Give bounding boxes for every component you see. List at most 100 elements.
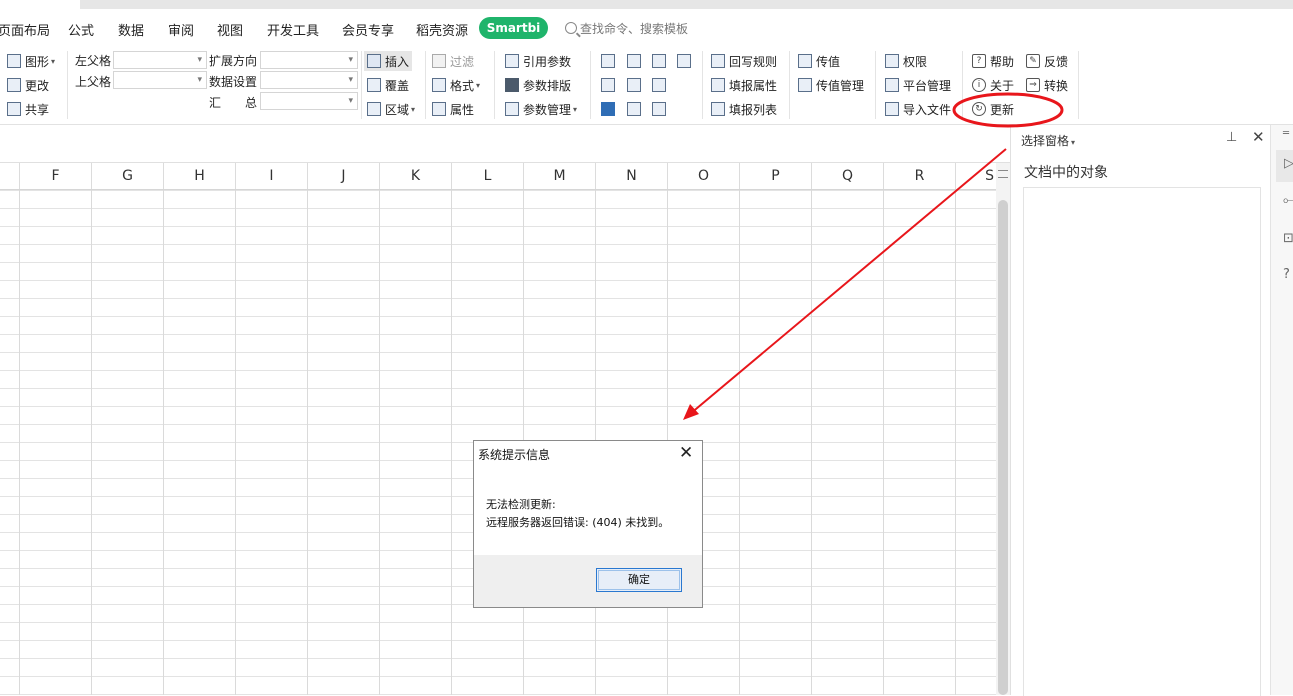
column-header[interactable]: F	[20, 163, 92, 189]
dialog-title: 系统提示信息	[478, 448, 551, 462]
column-header[interactable]: M	[524, 163, 596, 189]
left-parent-select[interactable]	[113, 51, 207, 69]
tree-control-icon[interactable]	[627, 78, 641, 92]
close-icon[interactable]: ✕	[1252, 128, 1265, 146]
share-button[interactable]: 共享	[7, 99, 49, 119]
divider	[361, 51, 362, 119]
top-parent-label: 上父格	[75, 75, 112, 89]
param-ref-icon	[505, 54, 519, 68]
layout-icon[interactable]: ⊡	[1283, 231, 1293, 246]
grid-control-icon[interactable]	[601, 78, 615, 92]
cover-button[interactable]: 覆盖	[367, 75, 409, 95]
scroll-split-handle[interactable]	[998, 170, 1008, 178]
permission-button[interactable]: 权限	[885, 51, 927, 71]
ok-button[interactable]: 确定	[596, 568, 682, 592]
tab-view[interactable]: 视图	[217, 20, 243, 39]
formula-bar[interactable]	[0, 125, 1010, 163]
fill-property-button[interactable]: 填报属性	[711, 75, 777, 95]
help-circle-icon[interactable]: ?	[1283, 267, 1290, 282]
import-file-button[interactable]: 导入文件	[885, 99, 951, 119]
filter-icon	[432, 54, 446, 68]
summary-select[interactable]	[260, 92, 358, 110]
tab-member[interactable]: 会员专享	[342, 20, 394, 39]
connector-icon[interactable]: ⟜	[1283, 193, 1293, 208]
frame-control-icon[interactable]	[652, 54, 666, 68]
column-header[interactable]: J	[308, 163, 380, 189]
textbox-control-icon[interactable]	[601, 54, 615, 68]
selection-pane-title[interactable]: 选择窗格 ▾	[1021, 132, 1075, 149]
pass-value-button[interactable]: 传值	[798, 51, 840, 71]
fill-property-icon	[711, 78, 725, 92]
divider	[962, 51, 963, 119]
tab-docer[interactable]: 稻壳资源	[416, 20, 468, 39]
column-header[interactable]: Q	[812, 163, 884, 189]
param-manage-button[interactable]: 参数管理 ▾	[505, 99, 577, 119]
tab-smartbi[interactable]: Smartbi	[479, 17, 548, 39]
tab-data[interactable]: 数据	[118, 20, 144, 39]
link-control-icon[interactable]	[627, 102, 641, 116]
list-control-icon[interactable]	[677, 54, 691, 68]
objects-in-document-label: 文档中的对象	[1024, 165, 1108, 181]
menu-lines-icon[interactable]: ═	[1283, 128, 1289, 139]
command-search[interactable]: 查找命令、搜索模板	[565, 20, 688, 37]
pin-icon[interactable]: ⊥	[1226, 130, 1237, 145]
checkbox-control-icon[interactable]	[601, 102, 615, 116]
edit-icon	[7, 78, 21, 92]
divider	[67, 51, 68, 119]
column-header[interactable]: K	[380, 163, 452, 189]
ref-param-button[interactable]: 引用参数	[505, 51, 571, 71]
cover-icon	[367, 78, 381, 92]
column-header[interactable]: O	[668, 163, 740, 189]
column-header[interactable]: H	[164, 163, 236, 189]
expand-direction-select[interactable]	[260, 51, 358, 69]
param-layout-button[interactable]: 参数排版	[505, 75, 571, 95]
tab-review[interactable]: 审阅	[168, 20, 194, 39]
chevron-down-icon: ▾	[51, 56, 56, 66]
objects-list[interactable]	[1023, 187, 1261, 696]
search-placeholder: 查找命令、搜索模板	[580, 22, 689, 36]
update-button[interactable]: ↻ 更新	[972, 99, 1014, 119]
tab-formula[interactable]: 公式	[68, 20, 94, 39]
data-setting-select[interactable]	[260, 71, 358, 89]
writeback-rule-button[interactable]: 回写规则	[711, 51, 777, 71]
dropdown-control-icon[interactable]	[627, 54, 641, 68]
column-header[interactable]: G	[92, 163, 164, 189]
feedback-icon: ✎	[1026, 54, 1040, 68]
column-header[interactable]: P	[740, 163, 812, 189]
convert-button[interactable]: ⇒ 转换	[1026, 75, 1068, 95]
divider	[494, 51, 495, 119]
change-button[interactable]: 更改	[7, 75, 49, 95]
column-header[interactable]: N	[596, 163, 668, 189]
text-control-icon[interactable]	[652, 102, 666, 116]
scrollbar-thumb[interactable]	[998, 200, 1008, 695]
fill-list-button[interactable]: 填报列表	[711, 99, 777, 119]
column-header[interactable]: R	[884, 163, 956, 189]
column-header[interactable]: I	[236, 163, 308, 189]
property-button[interactable]: 属性	[432, 99, 474, 119]
tab-page-layout[interactable]: 页面布局	[0, 20, 50, 39]
divider	[789, 51, 790, 119]
pass-value-manage-button[interactable]: 传值管理	[798, 75, 864, 95]
help-button[interactable]: ? 帮助	[972, 51, 1014, 71]
param-layout-icon	[505, 78, 519, 92]
format-button[interactable]: 格式 ▾	[432, 75, 480, 95]
top-parent-select[interactable]	[113, 71, 207, 89]
column-header[interactable]: L	[452, 163, 524, 189]
divider	[702, 51, 703, 119]
filter-button[interactable]: 过滤	[432, 51, 474, 71]
column-header[interactable]: S	[956, 163, 996, 189]
shape-button[interactable]: 图形 ▾	[7, 51, 55, 71]
insert-button[interactable]: 插入	[364, 51, 413, 71]
date-control-icon[interactable]	[652, 78, 666, 92]
chevron-down-icon: ▾	[476, 80, 481, 90]
share-icon	[7, 102, 21, 116]
cursor-icon: ▷	[1284, 156, 1293, 171]
about-button[interactable]: i 关于	[972, 75, 1014, 95]
chevron-down-icon: ▾	[411, 104, 416, 114]
close-icon[interactable]: ✕	[679, 443, 693, 463]
property-icon	[432, 102, 446, 116]
feedback-button[interactable]: ✎ 反馈	[1026, 51, 1068, 71]
tab-developer[interactable]: 开发工具	[267, 20, 319, 39]
region-button[interactable]: 区域 ▾	[367, 99, 415, 119]
platform-manage-button[interactable]: 平台管理	[885, 75, 951, 95]
